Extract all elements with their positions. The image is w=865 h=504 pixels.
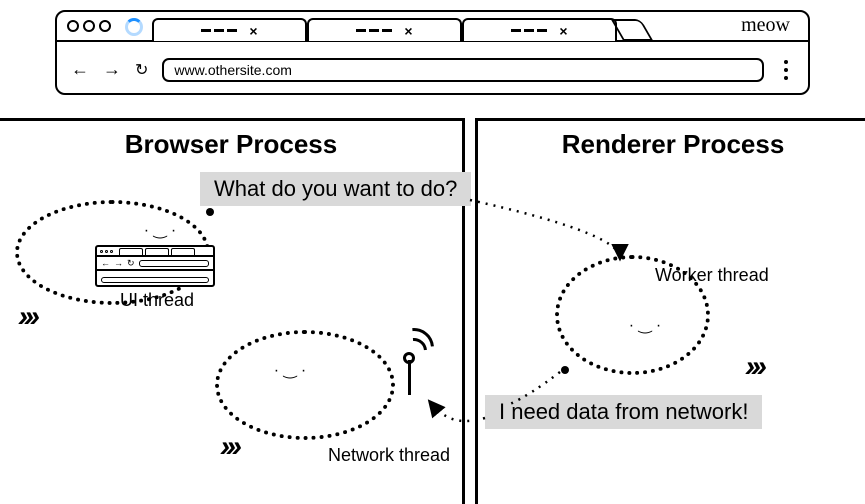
tab-favicon-icon (511, 29, 547, 32)
speech-question: What do you want to do? (200, 172, 471, 206)
network-thread-label: Network thread (328, 445, 450, 466)
window-controls (67, 20, 111, 32)
network-thread-blob (215, 330, 395, 440)
chevron-icon: ››› (18, 300, 36, 334)
chevron-icon: ››› (745, 350, 763, 384)
browser-chrome-illustration: × × × meow ← → ↻ www.othersite.com (55, 10, 810, 95)
process-title: Browser Process (0, 129, 462, 160)
tab-close-icon[interactable]: × (249, 24, 257, 38)
speech-answer: I need data from network! (485, 395, 762, 429)
antenna-icon (390, 340, 440, 400)
forward-button[interactable]: → (103, 59, 121, 80)
chevron-icon: ››› (220, 430, 238, 464)
browser-tab[interactable]: × (307, 18, 462, 41)
tab-close-icon[interactable]: × (404, 24, 412, 38)
url-bar[interactable]: www.othersite.com (162, 58, 764, 82)
face-icon: · ‿ · (274, 360, 306, 380)
browser-brand: meow (741, 14, 790, 37)
overflow-menu-icon[interactable] (778, 60, 794, 80)
reload-button[interactable]: ↻ (135, 60, 148, 80)
ui-thread-label: UI thread (120, 290, 194, 311)
window-control-max-icon (99, 20, 111, 32)
window-control-min-icon (83, 20, 95, 32)
loading-spinner-icon (125, 18, 143, 36)
back-button[interactable]: ← (71, 59, 89, 80)
window-control-close-icon (67, 20, 79, 32)
browser-tab[interactable]: × (152, 18, 307, 41)
mini-browser-icon: ←→↻ (95, 245, 215, 287)
tab-close-icon[interactable]: × (559, 24, 567, 38)
tab-favicon-icon (201, 29, 237, 32)
face-icon: · ‿ · (629, 315, 661, 335)
new-tab-button[interactable] (611, 19, 654, 41)
worker-thread-label: Worker thread (655, 265, 769, 286)
toolbar: ← → ↻ www.othersite.com (57, 42, 808, 97)
browser-tab[interactable]: × (462, 18, 617, 41)
tab-favicon-icon (356, 29, 392, 32)
tabstrip: × × × meow (57, 12, 808, 42)
face-icon: · ‿ · (144, 220, 176, 240)
url-text: www.othersite.com (174, 62, 291, 78)
process-title: Renderer Process (478, 129, 865, 160)
